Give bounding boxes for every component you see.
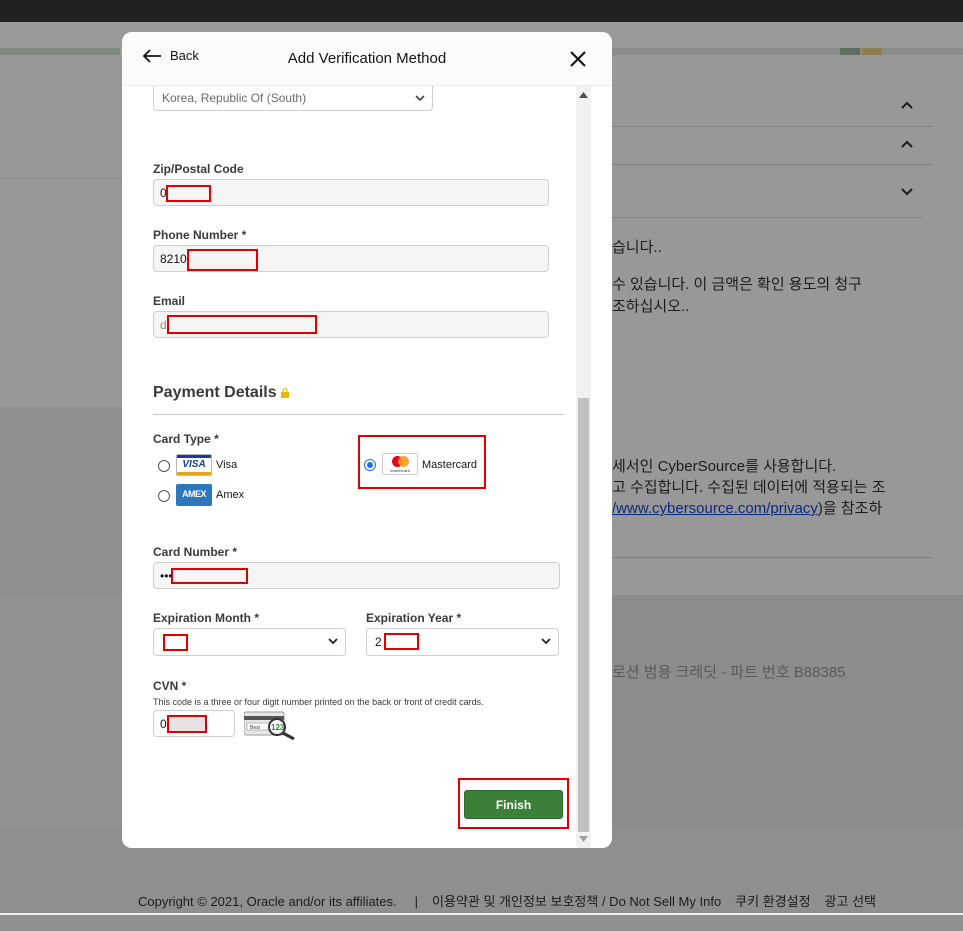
exp-year-label: Expiration Year * — [366, 611, 462, 625]
background-text: 수 있습니다. 이 금액은 확인 용도의 청구 — [612, 276, 862, 293]
zip-input[interactable]: 0 — [153, 179, 549, 206]
footer-separator: | — [414, 894, 419, 909]
mastercard-logo-icon: mastercard — [382, 453, 418, 475]
card-number-label: Card Number * — [153, 545, 238, 559]
visa-logo-icon: VISA — [176, 454, 212, 476]
terms-link[interactable]: 이용약관 및 개인정보 보호정책 / Do Not Sell My Info — [432, 894, 721, 909]
visa-label: Visa — [216, 459, 238, 471]
credit-text: 로션 범용 크레딧 - 파트 번호 B88385 — [612, 664, 846, 681]
redaction-box — [167, 315, 317, 334]
cvn-label: CVN * — [153, 679, 187, 693]
modal-scroll-area: Korea, Republic Of (South) Zip/Postal Co… — [142, 86, 576, 848]
cvn-value: 0 — [160, 717, 167, 731]
amex-radio[interactable] — [158, 490, 170, 502]
phone-value: 8210 — [160, 252, 187, 266]
close-icon[interactable] — [567, 48, 589, 70]
mastercard-label: Mastercard — [422, 459, 478, 471]
country-value: Korea, Republic Of (South) — [162, 91, 307, 105]
svg-text:Best: Best — [250, 725, 261, 731]
redaction-box — [167, 715, 207, 733]
mastercard-radio[interactable] — [364, 459, 376, 471]
chevron-up-icon[interactable] — [900, 139, 914, 149]
background-text: 고 수집합니다. 수집된 데이터에 적용되는 조 — [612, 479, 886, 496]
scrollbar-thumb[interactable] — [578, 398, 589, 832]
scroll-up-icon[interactable] — [579, 92, 588, 98]
redaction-box — [384, 633, 419, 650]
phone-label: Phone Number * — [153, 228, 247, 242]
redaction-box — [171, 568, 248, 584]
accordion-divider — [612, 164, 932, 165]
redaction-box — [187, 249, 258, 271]
chevron-down-icon — [328, 638, 338, 645]
background-text: 습니다.. — [612, 239, 662, 256]
background-text: /www.cybersource.com/privacy)을 참조하 — [612, 497, 882, 518]
banner-stripe-gold — [862, 48, 882, 55]
privacy-link[interactable]: /www.cybersource.com/privacy — [612, 500, 818, 517]
accordion-divider — [612, 126, 932, 127]
amex-logo-icon: AMEX — [176, 484, 212, 506]
amex-label: Amex — [216, 489, 245, 501]
redaction-box — [166, 185, 211, 202]
finish-button[interactable]: Finish — [464, 790, 563, 819]
payment-details-title: Payment Details — [153, 384, 277, 401]
cvn-hint: This code is a three or four digit numbe… — [153, 697, 484, 707]
background-left-panel — [0, 55, 122, 407]
zip-label: Zip/Postal Code — [153, 162, 244, 176]
back-button[interactable]: Back — [142, 48, 199, 63]
banner-stripe-green — [840, 48, 860, 55]
background-text: 조하십시오.. — [612, 298, 690, 315]
footer-bottom — [0, 915, 963, 931]
cvn-card-illustration-icon: Best 123 — [244, 711, 295, 740]
back-label: Back — [170, 48, 199, 63]
background-text: 세서인 CyberSource를 사용합니다. — [612, 458, 837, 475]
chevron-down-icon — [541, 638, 551, 645]
modal-scrollbar[interactable] — [576, 86, 591, 848]
lock-icon — [281, 388, 289, 398]
accordion-divider — [612, 217, 922, 218]
chevron-down-icon[interactable] — [900, 187, 914, 197]
svg-text:123: 123 — [271, 723, 285, 732]
ad-choices-link[interactable]: 광고 선택 — [825, 894, 876, 909]
footer: Copyright © 2021, Oracle and/or its affi… — [138, 891, 890, 910]
banner-pattern-right — [612, 48, 963, 55]
email-value: d — [160, 318, 167, 332]
copyright-text: Copyright © 2021, Oracle and/or its affi… — [138, 894, 397, 909]
browser-top-bar — [0, 0, 963, 22]
background-text-rest: )을 참조하 — [817, 500, 883, 517]
section-divider — [153, 414, 564, 415]
add-verification-modal: Add Verification Method Back Korea, Repu… — [122, 32, 612, 848]
country-select[interactable]: Korea, Republic Of (South) — [153, 86, 433, 111]
exp-month-label: Expiration Month * — [153, 611, 259, 625]
visa-radio[interactable] — [158, 460, 170, 472]
exp-year-value: 2 — [375, 635, 382, 649]
cookie-settings-link[interactable]: 쿠키 환경설정 — [735, 894, 810, 909]
redaction-box — [163, 634, 188, 651]
arrow-left-icon — [142, 48, 161, 63]
chevron-down-icon — [415, 95, 425, 102]
modal-header: Add Verification Method Back — [122, 32, 612, 86]
card-type-label: Card Type * — [153, 432, 219, 446]
banner-pattern — [0, 48, 120, 55]
email-label: Email — [153, 294, 186, 308]
content-divider — [612, 557, 932, 558]
scroll-down-icon[interactable] — [579, 836, 588, 842]
chevron-up-icon[interactable] — [900, 100, 914, 110]
